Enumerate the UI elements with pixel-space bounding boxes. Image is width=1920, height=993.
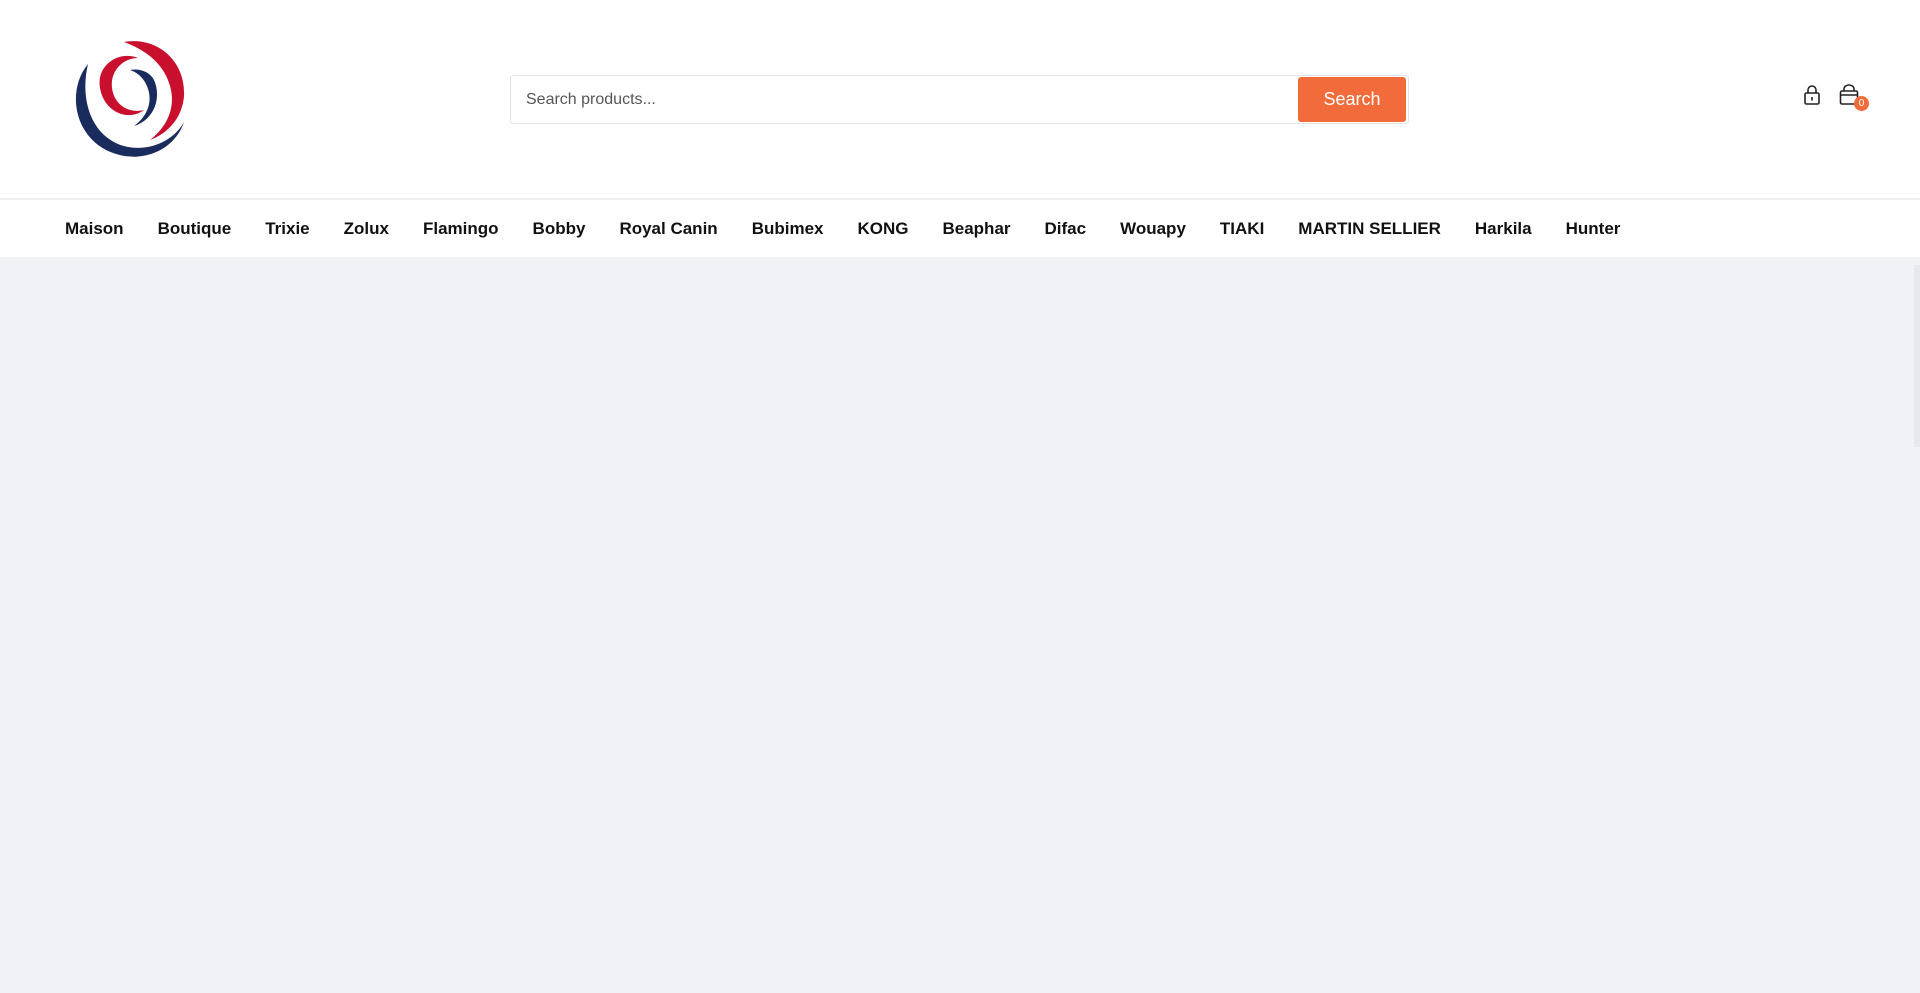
- nav-list: Maison Boutique Trixie Zolux Flamingo Bo…: [0, 200, 1920, 257]
- nav-item-bobby[interactable]: Bobby: [533, 219, 586, 239]
- main-content-area: [0, 257, 1920, 993]
- lock-icon[interactable]: [1802, 84, 1824, 108]
- nav-item-beaphar[interactable]: Beaphar: [942, 219, 1010, 239]
- nav-item-hunter[interactable]: Hunter: [1566, 219, 1621, 239]
- site-logo[interactable]: [66, 36, 190, 162]
- site-header: Search 0: [0, 0, 1920, 199]
- nav-item-boutique[interactable]: Boutique: [158, 219, 232, 239]
- nav-item-bubimex[interactable]: Bubimex: [752, 219, 824, 239]
- nav-item-trixie[interactable]: Trixie: [265, 219, 309, 239]
- nav-item-zolux[interactable]: Zolux: [344, 219, 389, 239]
- nav-item-royal-canin[interactable]: Royal Canin: [619, 219, 717, 239]
- logo-mark: [75, 41, 185, 157]
- main-navigation: Maison Boutique Trixie Zolux Flamingo Bo…: [0, 200, 1920, 257]
- header-actions: 0: [1802, 84, 1872, 112]
- nav-item-maison[interactable]: Maison: [65, 219, 124, 239]
- search-bar: Search: [510, 75, 1409, 124]
- nav-item-difac[interactable]: Difac: [1045, 219, 1087, 239]
- nav-item-flamingo[interactable]: Flamingo: [423, 219, 499, 239]
- nav-item-harkila[interactable]: Harkila: [1475, 219, 1532, 239]
- cart-button[interactable]: 0: [1838, 84, 1869, 112]
- scrollbar-track[interactable]: [1914, 265, 1920, 447]
- nav-item-kong[interactable]: KONG: [857, 219, 908, 239]
- nav-item-tiaki[interactable]: TIAKI: [1220, 219, 1264, 239]
- nav-item-wouapy[interactable]: Wouapy: [1120, 219, 1186, 239]
- search-button[interactable]: Search: [1298, 77, 1406, 122]
- search-input[interactable]: [511, 76, 1297, 123]
- nav-item-martin-sellier[interactable]: MARTIN SELLIER: [1298, 219, 1441, 239]
- cart-count-badge: 0: [1854, 96, 1869, 111]
